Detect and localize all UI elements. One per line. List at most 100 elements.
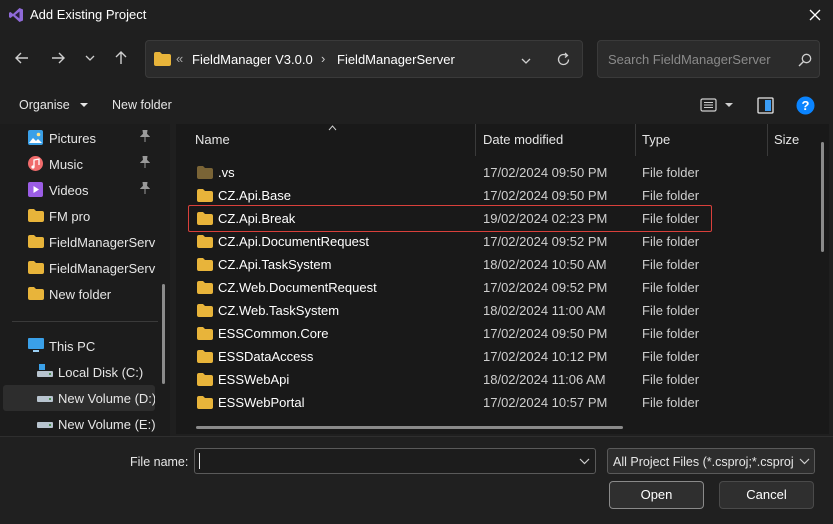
list-view-icon (700, 98, 733, 112)
folder-icon (28, 261, 44, 274)
list-item[interactable]: .vs 17/02/2024 09:50 PM File folder (176, 161, 796, 184)
folder-icon (197, 304, 213, 317)
visual-studio-icon (9, 8, 23, 22)
list-item[interactable]: CZ.Api.Base 17/02/2024 09:50 PM File fol… (176, 184, 796, 207)
folder-icon (28, 287, 44, 300)
nav-item-this-pc[interactable]: This PC (0, 333, 160, 359)
pin-icon[interactable] (140, 182, 150, 194)
nav-item-new-volume-d[interactable]: New Volume (D:) (3, 385, 155, 411)
nav-item-pictures[interactable]: Pictures (0, 125, 160, 151)
list-item[interactable]: ESSWebPortal 17/02/2024 10:57 PM File fo… (176, 391, 796, 414)
refresh-icon[interactable] (556, 52, 571, 67)
organise-label: Organise (19, 98, 70, 112)
address-dropdown-icon[interactable] (520, 55, 532, 67)
recent-locations-button[interactable] (76, 44, 104, 72)
forward-button[interactable] (44, 44, 72, 72)
file-type-value: All Project Files (*.csproj;*.csproj (613, 455, 794, 469)
file-list[interactable]: Name Date modified Type Size .vs 17/02/2… (176, 124, 829, 434)
breadcrumb-item[interactable]: FieldManagerServer (337, 52, 455, 67)
list-item[interactable]: ESSDataAccess 17/02/2024 10:12 PM File f… (176, 345, 796, 368)
folder-icon (197, 396, 213, 409)
arrow-up-icon (115, 51, 127, 64)
view-options-button[interactable] (700, 96, 738, 117)
organise-menu[interactable]: Organise (19, 98, 89, 112)
breadcrumb-item[interactable]: FieldManager V3.0.0 (192, 52, 313, 67)
videos-icon (28, 182, 43, 197)
preview-pane-icon (757, 97, 774, 114)
computer-icon (28, 338, 44, 352)
open-button[interactable]: Open (609, 481, 704, 509)
column-header-name[interactable]: Name (176, 124, 476, 156)
up-button[interactable] (107, 44, 135, 72)
nav-item-new-folder[interactable]: New folder (0, 281, 160, 307)
caret-down-icon (80, 103, 89, 107)
nav-item-music[interactable]: Music (0, 151, 160, 177)
help-icon: ? (796, 96, 815, 115)
chevron-down-icon[interactable] (579, 457, 590, 466)
close-button[interactable] (800, 2, 830, 28)
column-header-date[interactable]: Date modified (476, 124, 636, 156)
folder-icon (197, 189, 213, 202)
preview-pane-button[interactable] (757, 97, 774, 117)
nav-item-videos[interactable]: Videos (0, 177, 160, 203)
window-title: Add Existing Project (30, 7, 147, 22)
nav-divider (12, 321, 158, 322)
address-bar[interactable]: « FieldManager V3.0.0 › FieldManagerServ… (145, 40, 583, 78)
pin-icon[interactable] (140, 130, 150, 142)
folder-icon (197, 350, 213, 363)
nav-scrollbar[interactable] (162, 284, 165, 384)
vertical-scrollbar[interactable] (821, 142, 824, 252)
folder-icon (197, 166, 213, 179)
nav-item-fm-pro[interactable]: FM pro (0, 203, 160, 229)
file-type-select[interactable]: All Project Files (*.csproj;*.csproj (607, 448, 815, 474)
drive-icon (37, 422, 53, 428)
drive-icon (37, 364, 53, 377)
nav-item-fieldmanagerserver[interactable]: FieldManagerServ (0, 229, 160, 255)
chevron-down-icon (799, 458, 810, 465)
column-header-type[interactable]: Type (636, 124, 766, 156)
list-item[interactable]: CZ.Web.TaskSystem 18/02/2024 11:00 AM Fi… (176, 299, 796, 322)
arrow-right-icon (52, 52, 65, 64)
list-item[interactable]: ESSWebApi 18/02/2024 11:06 AM File folde… (176, 368, 796, 391)
search-placeholder[interactable]: Search FieldManagerServer (608, 52, 771, 67)
breadcrumb-separator-icon: › (321, 51, 326, 66)
music-icon (28, 156, 43, 171)
folder-icon (197, 373, 213, 386)
nav-item-local-disk-c[interactable]: Local Disk (C:) (0, 359, 160, 385)
folder-icon (197, 235, 213, 248)
list-item[interactable]: ESSCommon.Core 17/02/2024 09:50 PM File … (176, 322, 796, 345)
nav-item-fieldmanagerserver-2[interactable]: FieldManagerServ (0, 255, 160, 281)
pictures-icon (28, 130, 43, 145)
new-folder-button[interactable]: New folder (112, 98, 172, 112)
cancel-button[interactable]: Cancel (719, 481, 814, 509)
search-box[interactable]: Search FieldManagerServer (597, 40, 820, 78)
navigation-pane[interactable]: Pictures Music Videos FM pro FieldManage… (0, 124, 170, 436)
folder-icon (197, 327, 213, 340)
highlight-box (188, 205, 712, 232)
drive-icon (37, 396, 53, 402)
arrow-left-icon (15, 52, 28, 64)
folder-icon (197, 281, 213, 294)
list-item[interactable]: CZ.Api.TaskSystem 18/02/2024 10:50 AM Fi… (176, 253, 796, 276)
list-item[interactable]: CZ.Api.DocumentRequest 17/02/2024 09:52 … (176, 230, 796, 253)
text-cursor (199, 453, 200, 469)
folder-icon (197, 258, 213, 271)
list-item[interactable]: CZ.Web.DocumentRequest 17/02/2024 09:52 … (176, 276, 796, 299)
folder-icon (28, 235, 44, 248)
help-button[interactable]: ? (796, 96, 815, 118)
search-icon[interactable] (798, 53, 812, 67)
sort-ascending-icon (328, 125, 337, 131)
chevron-down-icon (85, 55, 95, 61)
column-header-size[interactable]: Size (768, 124, 828, 156)
pin-icon[interactable] (140, 156, 150, 168)
file-name-label: File name: (130, 455, 189, 469)
horizontal-scrollbar[interactable] (196, 426, 623, 429)
svg-text:?: ? (802, 98, 810, 113)
folder-icon (28, 209, 44, 222)
close-icon (809, 9, 821, 21)
back-button[interactable] (8, 44, 36, 72)
folder-icon (154, 52, 171, 66)
file-name-input[interactable] (194, 448, 596, 474)
breadcrumb-overflow[interactable]: « (176, 51, 183, 66)
nav-item-new-volume-e[interactable]: New Volume (E:) (0, 411, 160, 436)
